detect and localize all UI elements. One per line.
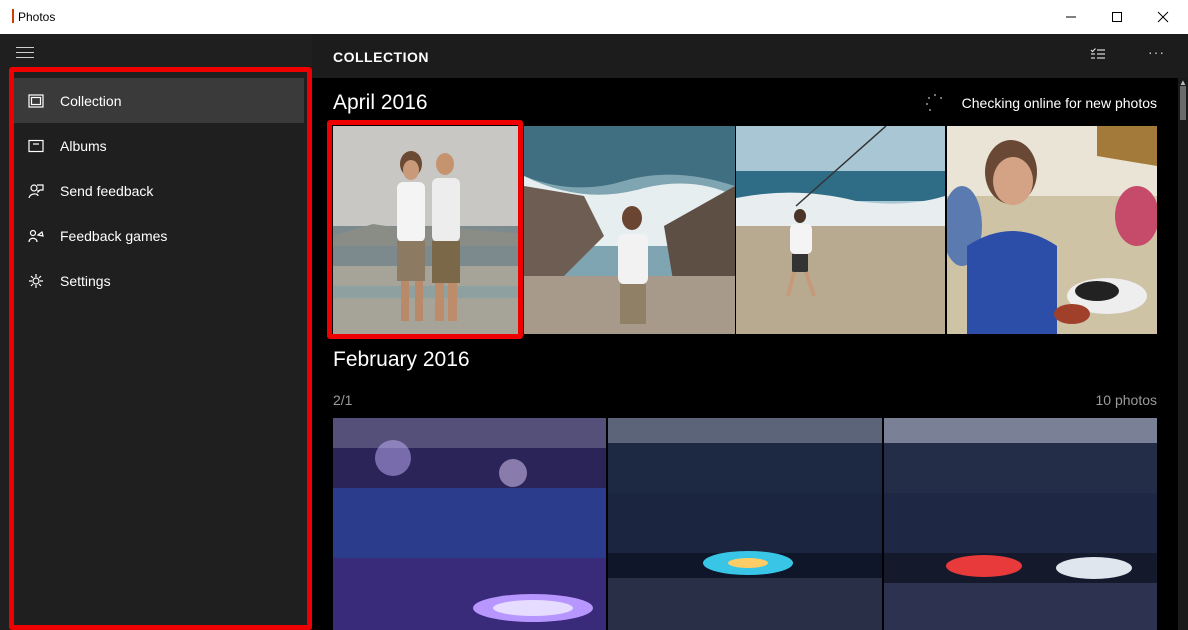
sidebar-item-settings[interactable]: Settings (14, 258, 304, 303)
app-accent-mark (12, 9, 14, 23)
maximize-button[interactable] (1094, 0, 1140, 34)
sidebar-item-label: Send feedback (60, 182, 154, 199)
section-title-february-2016: February 2016 (333, 348, 470, 371)
minimize-icon (1066, 16, 1076, 18)
gear-icon (26, 271, 46, 291)
photo-thumbnail-stadium-show-2[interactable] (608, 418, 882, 630)
sync-status-text: Checking online for new photos (961, 95, 1157, 111)
sidebar-item-label: Collection (60, 92, 122, 109)
progress-spinner-icon (925, 94, 944, 112)
photo-thumbnail-fishing-beach[interactable] (736, 126, 945, 334)
minimize-button[interactable] (1048, 0, 1094, 34)
photo-thumbnail-stadium-show-1[interactable] (333, 418, 606, 630)
navigation-pane: Collection Albums Send feedback Feedback… (0, 34, 312, 630)
section-title-april-2016: April 2016 (333, 91, 428, 114)
sidebar-item-send-feedback[interactable]: Send feedback (14, 168, 304, 213)
collection-icon (26, 91, 46, 111)
albums-icon (26, 136, 46, 156)
sidebar-item-label: Albums (60, 137, 107, 154)
close-icon (1157, 11, 1169, 23)
photo-thumbnail-woman-dinner[interactable] (947, 126, 1157, 334)
page-title: COLLECTION (333, 49, 429, 65)
collection-header: COLLECTION ··· (312, 34, 1188, 78)
photo-thumbnail-woman-rocks[interactable] (524, 126, 735, 334)
date-group-row: 2/1 10 photos (333, 392, 1157, 408)
nav-list: Collection Albums Send feedback Feedback… (14, 78, 304, 303)
sidebar-item-albums[interactable]: Albums (14, 123, 304, 168)
feedback-games-icon (26, 226, 46, 246)
title-bar: Photos (0, 0, 1188, 34)
feedback-icon (26, 181, 46, 201)
photo-count: 10 photos (1095, 392, 1158, 408)
sidebar-item-feedback-games[interactable]: Feedback games (14, 213, 304, 258)
sidebar-item-label: Settings (60, 272, 111, 289)
photo-thumbnail-couple-beach[interactable] (333, 126, 523, 334)
sidebar-item-label: Feedback games (60, 227, 168, 244)
more-options-icon[interactable]: ··· (1148, 44, 1165, 60)
photo-thumbnail-stadium-show-3[interactable] (884, 418, 1157, 630)
sidebar-item-collection[interactable]: Collection (14, 78, 304, 123)
collection-view: COLLECTION ··· April 2016 Checking onlin… (312, 34, 1188, 630)
date-group-label: 2/1 (333, 392, 353, 408)
window-title: Photos (18, 10, 56, 24)
close-button[interactable] (1140, 0, 1186, 34)
maximize-icon (1112, 12, 1122, 22)
select-icon[interactable] (1090, 47, 1106, 66)
hamburger-menu-icon[interactable] (16, 47, 34, 61)
vertical-scrollbar[interactable]: ▲ (1178, 78, 1188, 630)
photos-app-window: Photos Collection Albums Send feedback F… (0, 0, 1188, 630)
sync-status: Checking online for new photos (925, 94, 1157, 112)
scrollbar-thumb[interactable] (1180, 86, 1186, 120)
